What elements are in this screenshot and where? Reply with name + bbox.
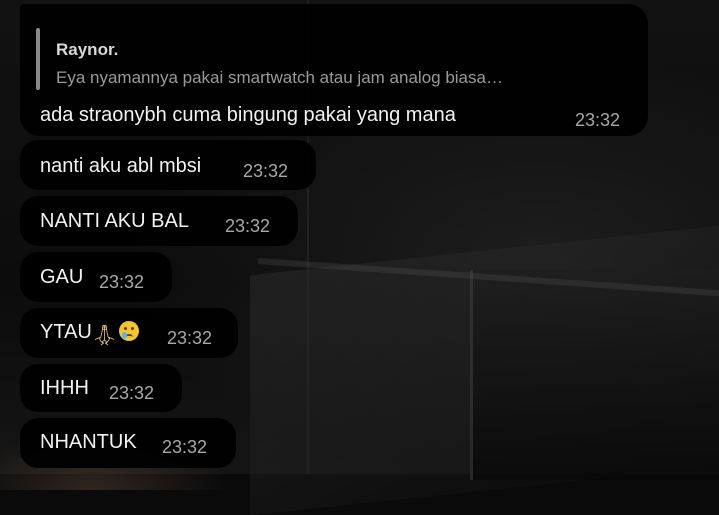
message-text-row: YTAU🙏︎: [40, 321, 140, 347]
message-bubble[interactable]: YTAU🙏︎ 23:32: [20, 308, 238, 358]
message-bubble[interactable]: nanti aku abl mbsi 23:32: [20, 140, 316, 190]
message-text: NANTI AKU BAL: [40, 210, 189, 232]
folded-hands-emoji: 🙏︎: [91, 323, 118, 347]
message-bubble[interactable]: GAU 23:32: [20, 252, 172, 302]
message-text: ada straonybh cuma bingung pakai yang ma…: [40, 104, 456, 126]
message-text: GAU: [40, 266, 84, 288]
background-detail: [470, 270, 719, 480]
crying-face-emoji: [119, 321, 140, 341]
message-text: IHHH: [40, 377, 89, 399]
message-bubble[interactable]: NHANTUK 23:32: [20, 418, 236, 468]
message-bubble[interactable]: NANTI AKU BAL 23:32: [20, 196, 298, 246]
message-bubble[interactable]: IHHH 23:32: [20, 364, 182, 412]
quote-bar: [36, 28, 40, 90]
message-time: 23:32: [99, 272, 145, 292]
message-time: 23:32: [167, 328, 213, 348]
message-time: 23:32: [109, 383, 155, 403]
message-text: nanti aku abl mbsi: [40, 155, 202, 177]
quoted-text[interactable]: Eya nyamannya pakai smartwatch atau jam …: [56, 68, 503, 88]
message-text: YTAU: [40, 321, 92, 343]
message-text: NHANTUK: [40, 431, 137, 453]
message-time: 23:32: [243, 161, 289, 181]
message-time: 23:32: [162, 437, 208, 457]
reply-message-bubble[interactable]: Raynor. Eya nyamannya pakai smartwatch a…: [20, 4, 648, 136]
quoted-author: Raynor.: [56, 40, 119, 59]
message-time: 23:32: [575, 110, 621, 130]
message-time: 23:32: [225, 216, 271, 236]
